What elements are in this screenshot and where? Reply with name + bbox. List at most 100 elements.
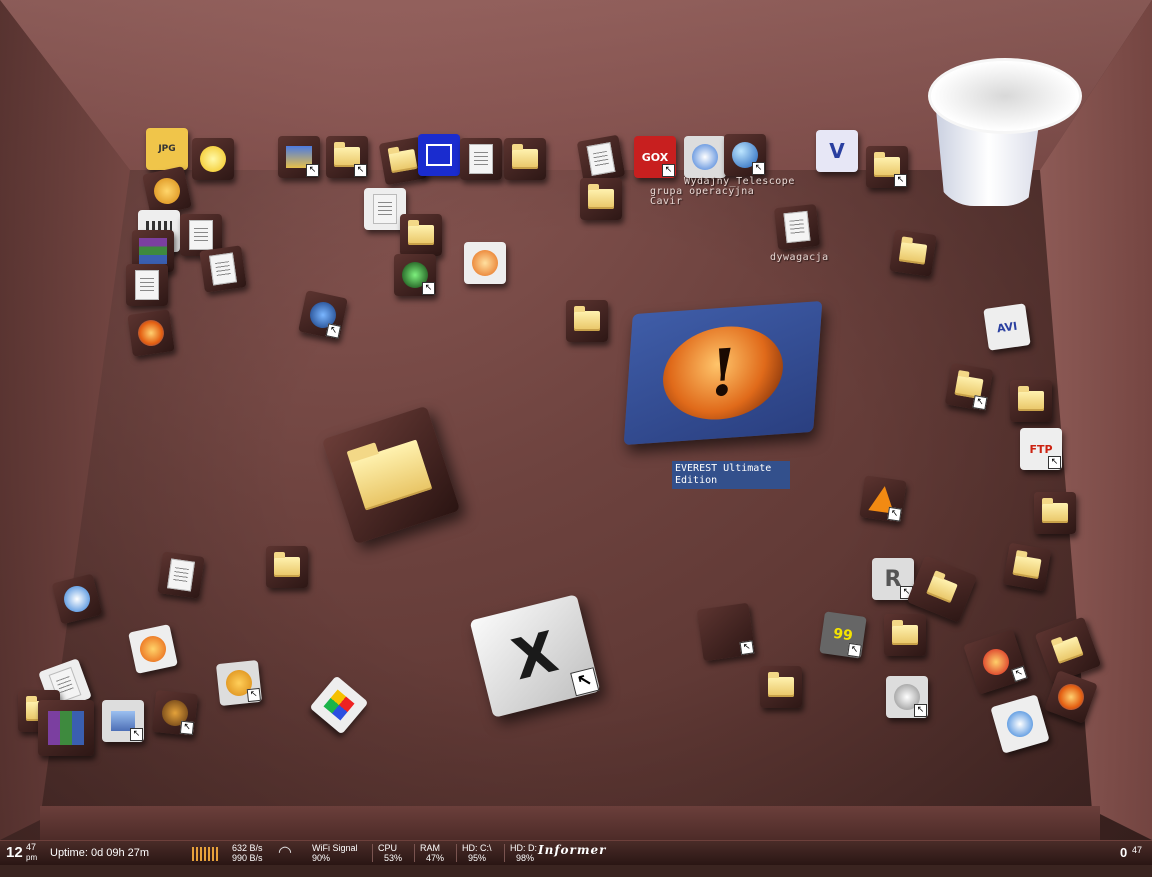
folder-glyph [1012, 554, 1042, 580]
windows-media-player-icon[interactable] [51, 573, 103, 625]
desktop-label-everest: EVEREST Ultimate Edition [672, 461, 790, 489]
notes-icon[interactable] [460, 138, 502, 180]
folder-icon[interactable] [1010, 380, 1052, 422]
folder-icon[interactable] [889, 229, 937, 277]
everest-ultimate-icon[interactable]: ! [623, 300, 823, 446]
registry-r-icon[interactable]: R ↖ [872, 558, 914, 600]
shortcut-arrow-icon: ↖ [570, 667, 600, 697]
folder-icon[interactable] [906, 555, 978, 623]
shortcut-arrow-icon: ↖ [662, 164, 675, 177]
text-file-icon[interactable] [199, 245, 247, 293]
hd-c-label: HD: C:\ [462, 843, 492, 853]
document-glyph [783, 210, 811, 244]
folder-icon[interactable] [1034, 492, 1076, 534]
net-download: 990 B/s [232, 853, 263, 863]
notepad-icon[interactable] [126, 264, 168, 306]
avi-badge: AVI [996, 319, 1018, 335]
folder-glyph [388, 148, 418, 174]
folder-glyph [512, 144, 538, 169]
dywagacja-document-icon[interactable] [773, 203, 821, 251]
blank-shortcut-icon[interactable]: ↖ [696, 602, 756, 662]
folder-icon[interactable] [504, 138, 546, 180]
gox-app-icon[interactable]: GOX ↖ [634, 136, 676, 178]
recycle-bin-icon[interactable] [928, 58, 1082, 208]
folder-glyph [926, 574, 958, 604]
color-palette-icon[interactable] [309, 675, 369, 735]
shortcut-arrow-icon: ↖ [752, 162, 765, 175]
folder-glyph [1042, 498, 1068, 523]
desktop-label-dywagacja: dywagacja [770, 252, 829, 263]
ram-meter: RAM 47% [420, 841, 444, 867]
folder-icon[interactable] [566, 300, 608, 342]
shortcut-arrow-icon: ↖ [739, 640, 755, 656]
folder-icon[interactable] [266, 546, 308, 588]
big-folder-icon[interactable] [321, 405, 461, 545]
text-document-icon[interactable] [157, 551, 205, 599]
shortcut-arrow-icon: ↖ [246, 687, 261, 703]
graphics-sketch-icon[interactable]: ↖ [886, 676, 928, 718]
folder-icon[interactable] [760, 666, 802, 708]
telescope-media-icon[interactable] [684, 136, 726, 178]
quote-app-icon[interactable]: 99 ↖ [819, 611, 867, 659]
settings-gear-icon[interactable]: ↖ [215, 659, 263, 707]
xnview-image-viewer-icon[interactable]: X ↖ [469, 594, 601, 718]
video-editor-icon[interactable] [128, 624, 178, 674]
install-package-icon[interactable]: ↖ [278, 136, 320, 178]
firefox-shortcut-icon[interactable] [127, 309, 175, 357]
network-monitor-icon[interactable]: ↖ [394, 254, 436, 296]
clock-ampm: pm [26, 853, 38, 862]
taskbar-separator [456, 844, 457, 862]
game-character-icon[interactable]: ↖ [151, 689, 199, 737]
net-upload: 632 B/s [232, 843, 263, 853]
folder-icon[interactable] [1002, 542, 1052, 592]
lightbulb-icon[interactable] [192, 138, 234, 180]
avi-video-icon[interactable]: AVI [983, 303, 1031, 351]
folder-shortcut-icon[interactable]: ↖ [326, 136, 368, 178]
folder-glyph [349, 439, 433, 511]
shortcut-arrow-icon: ↖ [422, 282, 435, 295]
shortcut-arrow-icon: ↖ [1048, 456, 1061, 469]
desktop[interactable]: JPG ↖ ↖ GOX ↖ ↖ V ↖ Wydajny_Telescope gr… [0, 0, 1152, 840]
media-player-shortcut-icon[interactable]: ↖ [298, 290, 348, 340]
folder-icon[interactable] [884, 614, 926, 656]
remote-desktop-icon[interactable] [418, 134, 460, 176]
internet-globe-icon[interactable]: ↖ [724, 134, 766, 176]
document-glyph [167, 558, 195, 592]
media-disc-glyph [692, 144, 718, 170]
shortcut-arrow-icon: ↖ [306, 164, 319, 177]
right-clock-minute: 47 [1132, 845, 1143, 855]
folder-icon[interactable]: ↖ [866, 146, 908, 188]
informer-brand[interactable]: Informer [538, 843, 606, 857]
taskbar-separator [414, 844, 415, 862]
shortcut-arrow-icon: ↖ [130, 728, 143, 741]
burning-app-icon[interactable]: ↖ [963, 629, 1029, 695]
shell-app-icon[interactable] [464, 242, 506, 284]
document-glyph [373, 194, 397, 224]
gold-shield-icon[interactable] [142, 166, 192, 216]
winrar-archive-icon[interactable] [38, 700, 94, 756]
folder-icon[interactable]: ↖ [944, 362, 994, 412]
ram-value: 47% [426, 853, 445, 863]
computer-shortcut-icon[interactable]: ↖ [102, 700, 144, 742]
text-document-icon[interactable] [576, 134, 626, 184]
ftp-client-icon[interactable]: FTP ↖ [1020, 428, 1062, 470]
wifi-signal-icon: ◠ [278, 844, 292, 861]
folder-icon[interactable] [400, 214, 442, 256]
gold-shield-glyph [151, 175, 183, 207]
vector-app-icon[interactable]: V [816, 130, 858, 172]
taskbar-separator [372, 844, 373, 862]
media-center-icon[interactable] [990, 694, 1050, 754]
hd-c-meter: HD: C:\ 95% [462, 841, 492, 867]
recycle-bin-rim [928, 58, 1082, 134]
cpu-value: 53% [384, 853, 403, 863]
shortcut-arrow-icon: ↖ [1011, 665, 1028, 683]
folder-icon[interactable] [580, 178, 622, 220]
network-speed: 632 B/s 990 B/s [232, 841, 263, 867]
vector-glyph: V [829, 139, 845, 163]
jpg-badge: JPG [158, 144, 176, 154]
everest-exclamation-glyph: ! [659, 322, 787, 424]
jpg-file-icon[interactable]: JPG [146, 128, 188, 170]
vlc-player-icon[interactable]: ↖ [859, 475, 907, 523]
lightbulb-glyph [200, 146, 226, 172]
shortcut-arrow-icon: ↖ [179, 720, 195, 735]
